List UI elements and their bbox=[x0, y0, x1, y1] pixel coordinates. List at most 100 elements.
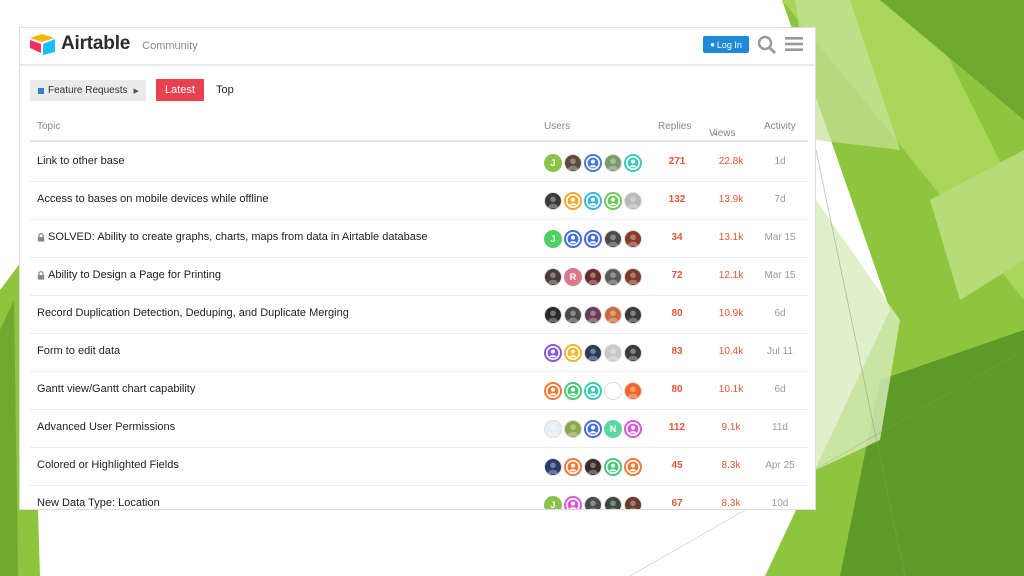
avatar[interactable]: J bbox=[544, 154, 562, 172]
avatar[interactable] bbox=[624, 306, 642, 324]
topic-row[interactable]: New Data Type: Location J 67 8.3k 10d bbox=[30, 486, 808, 509]
avatar[interactable] bbox=[604, 496, 622, 509]
avatar[interactable] bbox=[544, 344, 562, 362]
avatar[interactable] bbox=[564, 458, 582, 476]
avatar[interactable] bbox=[564, 344, 582, 362]
reply-count: 45 bbox=[671, 460, 683, 471]
avatar[interactable] bbox=[564, 306, 582, 324]
avatar[interactable] bbox=[624, 382, 642, 400]
avatar[interactable] bbox=[604, 230, 622, 248]
topic-title-link[interactable]: Record Duplication Detection, Deduping, … bbox=[37, 307, 349, 319]
avatar[interactable] bbox=[584, 306, 602, 324]
avatar[interactable] bbox=[564, 154, 582, 172]
avatar[interactable] bbox=[564, 420, 582, 438]
avatar[interactable] bbox=[584, 268, 602, 286]
default-user-icon bbox=[606, 460, 620, 474]
category-color-swatch bbox=[38, 87, 44, 94]
user-photo-icon bbox=[607, 310, 619, 323]
topic-row[interactable]: SOLVED: Ability to create graphs, charts… bbox=[30, 220, 808, 258]
avatar[interactable] bbox=[584, 230, 602, 248]
avatar[interactable] bbox=[544, 458, 562, 476]
tab-top[interactable]: Top bbox=[216, 79, 234, 101]
activity-time[interactable]: 11d bbox=[759, 422, 801, 433]
airtable-logo[interactable]: Airtable Community bbox=[29, 33, 198, 55]
category-dropdown[interactable]: Feature Requests ▶ bbox=[30, 80, 146, 101]
tab-latest[interactable]: Latest bbox=[156, 79, 204, 101]
avatar[interactable] bbox=[604, 306, 622, 324]
topic-row[interactable]: Form to edit data 83 10.4k Jul 11 bbox=[30, 334, 808, 372]
avatar[interactable] bbox=[564, 382, 582, 400]
topic-row[interactable]: Colored or Highlighted Fields 45 8.3k Apr 2… bbox=[30, 448, 808, 486]
avatar[interactable] bbox=[584, 154, 602, 172]
avatar[interactable] bbox=[584, 192, 602, 210]
activity-time[interactable]: 10d bbox=[759, 498, 801, 509]
topic-row[interactable]: Access to bases on mobile devices while … bbox=[30, 182, 808, 220]
topic-title-link[interactable]: Gantt view/Gantt chart capability bbox=[37, 383, 195, 395]
avatar[interactable]: N bbox=[604, 420, 622, 438]
avatar[interactable] bbox=[604, 192, 622, 210]
topic-title-link[interactable]: Access to bases on mobile devices while … bbox=[37, 193, 269, 205]
topic-title-link[interactable]: Ability to Design a Page for Printing bbox=[37, 269, 221, 281]
login-button[interactable]: ● Log In bbox=[703, 36, 749, 53]
avatar[interactable] bbox=[564, 496, 582, 509]
topic-row[interactable]: Advanced User Permissions N 112 9.1k 11d bbox=[30, 410, 808, 448]
activity-time[interactable]: 7d bbox=[759, 194, 801, 205]
activity-time[interactable]: 1d bbox=[759, 156, 801, 167]
view-count: 13.9k bbox=[718, 194, 744, 205]
avatar[interactable] bbox=[624, 192, 642, 210]
avatar[interactable] bbox=[584, 496, 602, 509]
avatar[interactable] bbox=[604, 268, 622, 286]
reply-count: 83 bbox=[671, 346, 683, 357]
avatar[interactable] bbox=[544, 306, 562, 324]
avatar[interactable]: J bbox=[544, 230, 562, 248]
avatar[interactable] bbox=[544, 192, 562, 210]
avatar[interactable] bbox=[564, 192, 582, 210]
topic-title-link[interactable]: Advanced User Permissions bbox=[37, 421, 175, 433]
avatar[interactable] bbox=[544, 382, 562, 400]
topic-row[interactable]: Link to other base J 271 22.8k 1d bbox=[30, 144, 808, 182]
avatar[interactable] bbox=[624, 154, 642, 172]
activity-time[interactable]: Jul 11 bbox=[759, 346, 801, 357]
avatar[interactable] bbox=[584, 458, 602, 476]
avatar[interactable] bbox=[544, 420, 562, 438]
avatar[interactable] bbox=[544, 268, 562, 286]
activity-time[interactable]: Mar 15 bbox=[759, 270, 801, 281]
topic-row[interactable]: Gantt view/Gantt chart capability 80 10.1k… bbox=[30, 372, 808, 410]
topic-title-link[interactable]: Form to edit data bbox=[37, 345, 120, 357]
avatar[interactable] bbox=[624, 230, 642, 248]
column-activity[interactable]: Activity bbox=[764, 121, 796, 132]
topic-title-link[interactable]: SOLVED: Ability to create graphs, charts… bbox=[37, 231, 428, 243]
default-user-icon bbox=[626, 156, 640, 170]
column-topic[interactable]: Topic bbox=[37, 121, 60, 132]
topic-row[interactable]: Ability to Design a Page for Printing R 72… bbox=[30, 258, 808, 296]
avatar[interactable] bbox=[584, 420, 602, 438]
avatar[interactable] bbox=[584, 382, 602, 400]
topic-title-link[interactable]: New Data Type: Location bbox=[37, 497, 160, 509]
avatar[interactable]: J bbox=[544, 496, 562, 509]
avatar[interactable] bbox=[604, 458, 622, 476]
topic-title-link[interactable]: Link to other base bbox=[37, 155, 124, 167]
user-photo-icon bbox=[629, 500, 637, 509]
avatar[interactable]: R bbox=[564, 268, 582, 286]
column-replies[interactable]: Replies bbox=[658, 121, 691, 132]
hamburger-menu-icon[interactable] bbox=[785, 36, 803, 52]
topic-row[interactable]: Record Duplication Detection, Deduping, … bbox=[30, 296, 808, 334]
avatar[interactable] bbox=[564, 230, 582, 248]
avatar[interactable] bbox=[624, 268, 642, 286]
activity-time[interactable]: Mar 15 bbox=[759, 232, 801, 243]
activity-time[interactable]: 6d bbox=[759, 384, 801, 395]
search-icon[interactable] bbox=[757, 35, 777, 55]
user-photo-icon bbox=[609, 500, 617, 509]
activity-time[interactable]: Apr 25 bbox=[759, 460, 801, 471]
topic-title-link[interactable]: Colored or Highlighted Fields bbox=[37, 459, 179, 471]
avatar[interactable] bbox=[604, 382, 622, 400]
avatar[interactable] bbox=[604, 154, 622, 172]
avatar[interactable] bbox=[624, 420, 642, 438]
avatar[interactable] bbox=[604, 344, 622, 362]
activity-time[interactable]: 6d bbox=[759, 308, 801, 319]
avatar[interactable] bbox=[624, 458, 642, 476]
avatar[interactable] bbox=[624, 496, 642, 509]
avatar[interactable] bbox=[584, 344, 602, 362]
user-photo-icon bbox=[589, 500, 597, 509]
avatar[interactable] bbox=[624, 344, 642, 362]
